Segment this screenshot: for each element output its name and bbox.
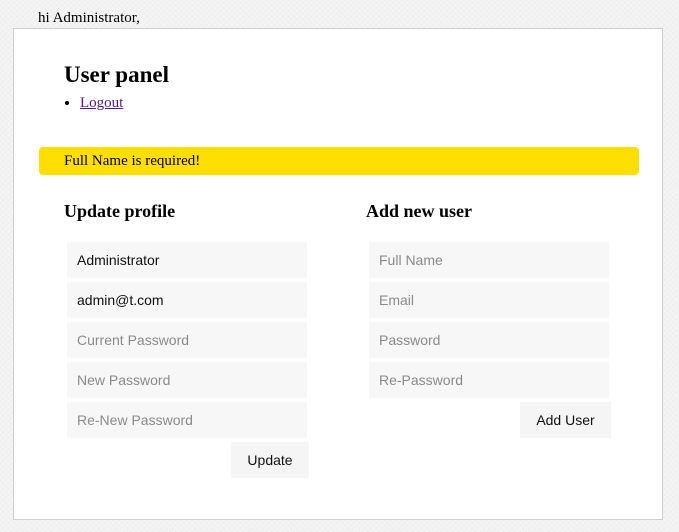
current-password-field[interactable] (67, 322, 307, 358)
new-user-full-name-field[interactable] (369, 242, 609, 278)
nav-list: Logout (64, 93, 123, 113)
nav-item-logout: Logout (80, 93, 123, 113)
add-user-title: Add new user (366, 201, 473, 221)
new-user-email-field[interactable] (369, 282, 609, 318)
error-alert: Full Name is required! (39, 147, 639, 175)
new-user-re-password-field[interactable] (369, 362, 609, 398)
add-user-button[interactable]: Add User (520, 402, 611, 438)
update-button[interactable]: Update (231, 442, 309, 478)
profile-email-field[interactable] (67, 282, 307, 318)
page-title: User panel (64, 62, 169, 87)
user-panel: User panel Logout Full Name is required!… (13, 28, 663, 520)
new-password-field[interactable] (67, 362, 307, 398)
re-new-password-field[interactable] (67, 402, 307, 438)
greeting-text: hi Administrator, (38, 10, 140, 26)
profile-full-name-field[interactable] (67, 242, 307, 278)
new-user-password-field[interactable] (369, 322, 609, 358)
logout-link[interactable]: Logout (80, 95, 123, 111)
update-profile-title: Update profile (64, 201, 176, 221)
